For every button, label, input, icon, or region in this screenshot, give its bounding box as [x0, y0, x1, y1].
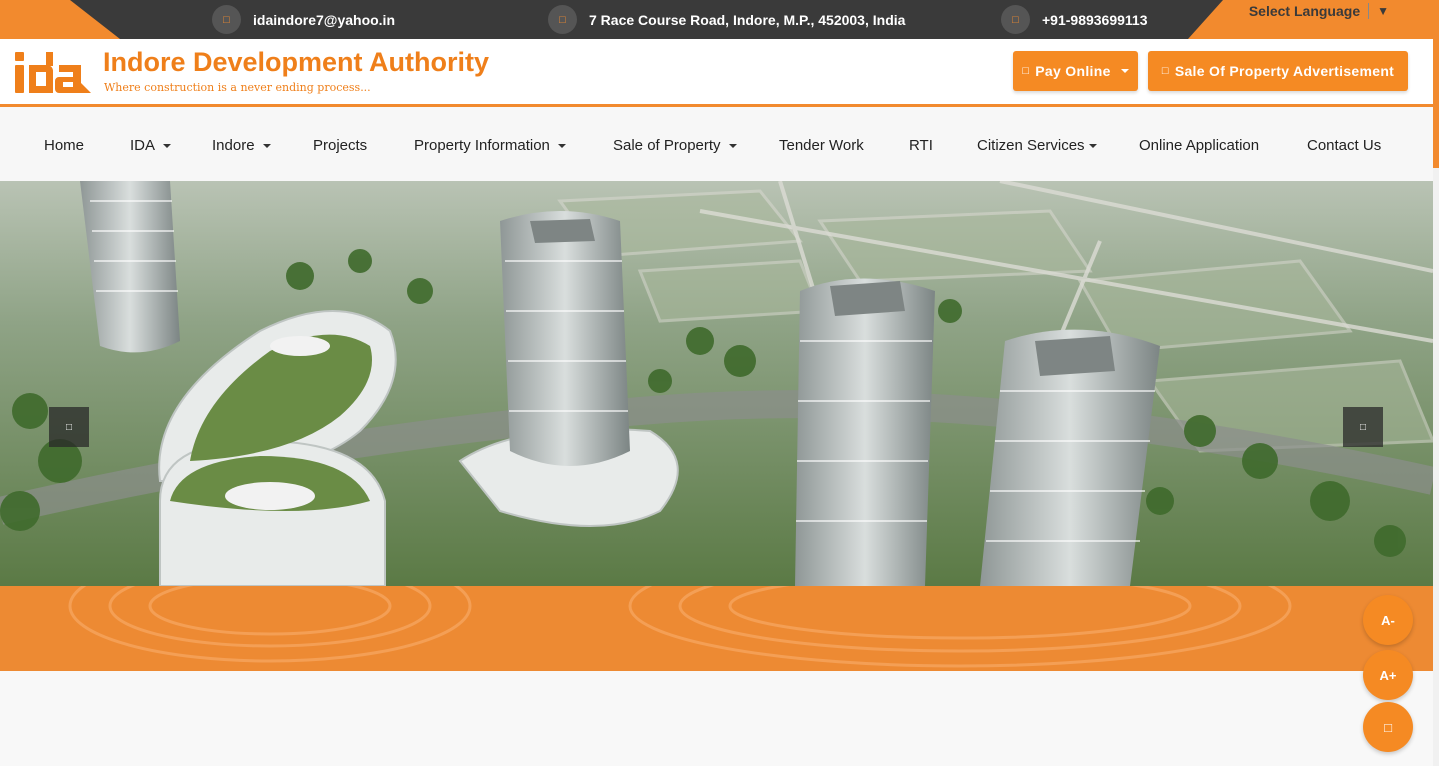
slider-prev-button[interactable]: □ [49, 407, 89, 447]
pay-online-button[interactable]: □ Pay Online [1013, 51, 1138, 91]
map-marker-icon: □ [548, 5, 577, 34]
caret-down-icon [1088, 143, 1097, 148]
caret-down-icon [728, 143, 737, 148]
email-text[interactable]: idaindore7@yahoo.in [253, 12, 395, 28]
nav-label: Indore [212, 137, 255, 154]
caret-down-icon [163, 143, 172, 148]
caret-down-icon [262, 143, 271, 148]
nav-label: Projects [313, 137, 368, 154]
site-header: Indore Development Authority Where const… [0, 39, 1433, 107]
pay-online-label: Pay Online [1035, 63, 1111, 79]
address-text: 7 Race Course Road, Indore, M.P., 452003… [589, 11, 906, 28]
phone-icon: □ [1001, 5, 1030, 34]
nav-rti[interactable]: RTI [909, 110, 933, 181]
nav-label: Sale of Property [613, 137, 721, 154]
chevron-right-icon: □ [1359, 421, 1367, 433]
caret-down-icon[interactable]: ▼ [1377, 4, 1389, 18]
nav-label: Home [44, 137, 85, 154]
nav-sale-of-property[interactable]: Sale of Property [613, 110, 737, 181]
topbar-accent-left [0, 0, 120, 39]
envelope-icon: □ [212, 5, 241, 34]
nav-projects[interactable]: Projects [313, 110, 367, 181]
hero-image [0, 181, 1433, 586]
ida-logo[interactable] [13, 50, 95, 96]
orange-banner-band [0, 586, 1433, 671]
nav-home[interactable]: Home [44, 110, 84, 181]
main-navigation: Home IDA Indore Projects Property Inform… [0, 110, 1433, 181]
increase-font-button[interactable]: A+ [1363, 650, 1413, 700]
topbar-phone[interactable]: □ +91-9893699113 [1001, 0, 1148, 39]
site-tagline: Where construction is a never ending pro… [104, 81, 371, 94]
page: □ idaindore7@yahoo.in □ 7 Race Course Ro… [0, 0, 1439, 766]
decrease-font-label: A- [1381, 612, 1395, 628]
decrease-font-button[interactable]: A- [1363, 595, 1413, 645]
nav-online-application[interactable]: Online Application [1139, 110, 1259, 181]
nav-label: Online Application [1139, 137, 1260, 154]
sale-advertisement-button[interactable]: □ Sale Of Property Advertisement [1148, 51, 1408, 91]
caret-down-icon [557, 143, 566, 148]
caret-down-icon [1120, 69, 1129, 73]
band-decoration [68, 586, 1292, 668]
page-scrollbar[interactable] [1433, 0, 1439, 766]
chevron-left-icon: □ [65, 421, 73, 433]
language-divider [1368, 3, 1370, 19]
nav-label: Property Information [414, 137, 550, 154]
language-selector[interactable]: Select Language ▼ [1249, 3, 1389, 19]
file-icon: □ [1161, 65, 1169, 77]
scrollbar-thumb[interactable] [1433, 0, 1439, 168]
nav-label: RTI [909, 137, 933, 154]
nav-label: Tender Work [779, 137, 864, 154]
topbar-email[interactable]: □ idaindore7@yahoo.in [212, 0, 395, 39]
sale-advertisement-label: Sale Of Property Advertisement [1174, 63, 1395, 79]
accessibility-icon: □ [1384, 719, 1392, 735]
nav-label: Citizen Services [977, 137, 1085, 154]
phone-text[interactable]: +91-9893699113 [1042, 12, 1148, 28]
nav-ida[interactable]: IDA [130, 110, 172, 181]
top-info-bar: □ idaindore7@yahoo.in □ 7 Race Course Ro… [0, 0, 1433, 39]
hero-slider[interactable]: □ □ [0, 181, 1433, 586]
nav-label: IDA [130, 137, 156, 154]
accessibility-button[interactable]: □ [1363, 702, 1413, 752]
nav-tender-work[interactable]: Tender Work [779, 110, 864, 181]
site-title[interactable]: Indore Development Authority [103, 47, 489, 78]
topbar-address: □ 7 Race Course Road, Indore, M.P., 4520… [548, 0, 905, 39]
increase-font-label: A+ [1379, 667, 1397, 683]
card-icon: □ [1022, 65, 1030, 77]
language-label[interactable]: Select Language [1249, 3, 1360, 19]
slider-next-button[interactable]: □ [1343, 407, 1383, 447]
nav-label: Contact Us [1307, 137, 1382, 154]
nav-contact-us[interactable]: Contact Us [1307, 110, 1381, 181]
nav-property-information[interactable]: Property Information [414, 110, 566, 181]
nav-citizen-services[interactable]: Citizen Services [977, 110, 1097, 181]
nav-indore[interactable]: Indore [212, 110, 271, 181]
